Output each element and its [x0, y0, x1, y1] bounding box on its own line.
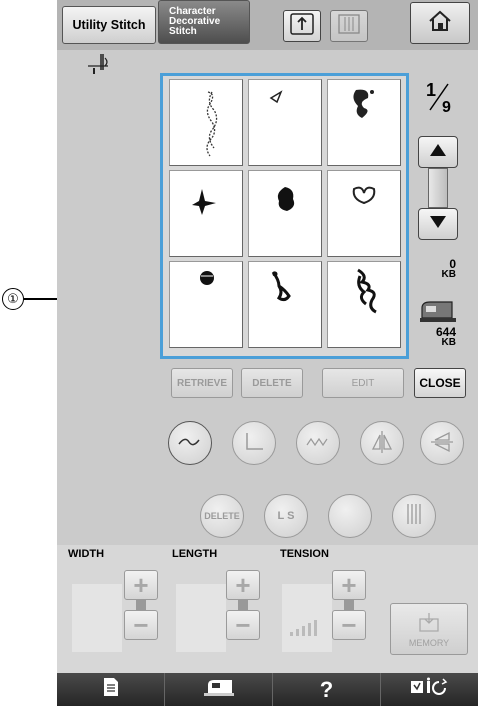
- tension-plus-button[interactable]: +: [332, 570, 366, 600]
- help-button[interactable]: ?: [273, 673, 381, 706]
- page-scroll-track[interactable]: [428, 168, 448, 208]
- tab-character-decorative-stitch[interactable]: Character Decorative Stitch: [158, 0, 250, 44]
- home-icon: [427, 9, 453, 38]
- memory-used-unit: KB: [441, 269, 456, 280]
- settings-button[interactable]: [381, 673, 478, 706]
- tab-char-line-3: Stitch: [169, 26, 197, 37]
- pattern-cell-7[interactable]: [169, 261, 243, 348]
- bobbin-layout-button[interactable]: [330, 10, 368, 42]
- length-value-display: [176, 584, 226, 652]
- page-up-button[interactable]: [418, 136, 458, 168]
- presser-foot-lift-button[interactable]: [283, 10, 321, 42]
- page-down-button[interactable]: [418, 208, 458, 240]
- svg-text:9: 9: [442, 99, 451, 116]
- memory-button-label: MEMORY: [408, 638, 450, 648]
- length-minus-button[interactable]: −: [226, 610, 260, 640]
- pattern-cell-8[interactable]: [248, 261, 322, 348]
- sewing-machine-help-button[interactable]: [165, 673, 273, 706]
- pattern-grid: [160, 73, 409, 359]
- width-minus-button[interactable]: −: [124, 610, 158, 640]
- delete-button[interactable]: DELETE: [241, 368, 303, 398]
- twin-needle-icon: [403, 502, 425, 530]
- memory-used-indicator: 0 KB: [432, 258, 456, 280]
- mirror-icon: [369, 429, 395, 457]
- pattern-cell-3[interactable]: [327, 79, 401, 166]
- width-connector: [136, 600, 146, 610]
- mirror-image-button[interactable]: [360, 421, 404, 465]
- callout-number: ①: [2, 288, 24, 310]
- svg-text:1: 1: [426, 80, 436, 100]
- arrow-down-icon: [429, 215, 447, 234]
- sewing-machine-icon: [202, 677, 236, 703]
- pattern-cell-6[interactable]: [327, 170, 401, 257]
- settings-icon: [409, 677, 451, 703]
- tension-value-display: [282, 584, 332, 652]
- ls-button[interactable]: L S: [264, 494, 308, 538]
- pattern-cell-9[interactable]: [327, 261, 401, 348]
- footer-bar: ?: [57, 673, 478, 706]
- bobbin-layout-icon: [337, 13, 361, 40]
- edit-button[interactable]: EDIT: [322, 368, 404, 398]
- retrieve-button[interactable]: RETRIEVE: [171, 368, 233, 398]
- machine-memory-icon: [418, 298, 458, 324]
- sewing-screen: ① Utility Stitch Character Decorative St…: [0, 0, 478, 706]
- manual-button[interactable]: [57, 673, 165, 706]
- pattern-cell-5[interactable]: [248, 170, 322, 257]
- arrow-up-icon: [429, 143, 447, 162]
- stitch-density-icon: [305, 437, 331, 449]
- pattern-cell-4[interactable]: [169, 170, 243, 257]
- tension-level-icon: [288, 614, 324, 643]
- tab-utility-stitch[interactable]: Utility Stitch: [62, 6, 156, 44]
- stitch-edit-button-3[interactable]: [296, 421, 340, 465]
- tension-connector: [344, 600, 354, 610]
- stitch-edit-button-2[interactable]: [232, 421, 276, 465]
- memory-button[interactable]: MEMORY: [390, 603, 468, 655]
- flip-vertical-button[interactable]: [420, 421, 464, 465]
- flip-icon: [429, 429, 455, 457]
- presser-foot-lift-icon: [290, 12, 314, 40]
- width-value-display: [72, 584, 122, 652]
- twin-needle-button[interactable]: [392, 494, 436, 538]
- delete-stitch-circle-button[interactable]: DELETE: [200, 494, 244, 538]
- memory-free-indicator: 644 KB: [430, 326, 456, 348]
- length-connector: [238, 600, 248, 610]
- sewing-foot-icon: [177, 434, 203, 452]
- tension-label: TENSION: [280, 548, 329, 560]
- pattern-cell-1[interactable]: [169, 79, 243, 166]
- page-indicator: 19: [420, 78, 460, 118]
- stitch-length-icon: [241, 429, 267, 457]
- document-icon: [102, 677, 120, 703]
- width-plus-button[interactable]: +: [124, 570, 158, 600]
- home-button[interactable]: [410, 2, 470, 44]
- tension-minus-button[interactable]: −: [332, 610, 366, 640]
- memory-pocket-icon: [416, 611, 442, 638]
- pattern-cell-2[interactable]: [248, 79, 322, 166]
- width-label: WIDTH: [68, 548, 105, 560]
- stitch-edit-button-1[interactable]: [168, 421, 212, 465]
- length-plus-button[interactable]: +: [226, 570, 260, 600]
- length-label: LENGTH: [172, 548, 218, 560]
- blank-circle-button[interactable]: [328, 494, 372, 538]
- memory-free-unit: KB: [441, 337, 456, 348]
- needle-position-icon: [84, 52, 112, 76]
- close-button[interactable]: CLOSE: [414, 368, 466, 398]
